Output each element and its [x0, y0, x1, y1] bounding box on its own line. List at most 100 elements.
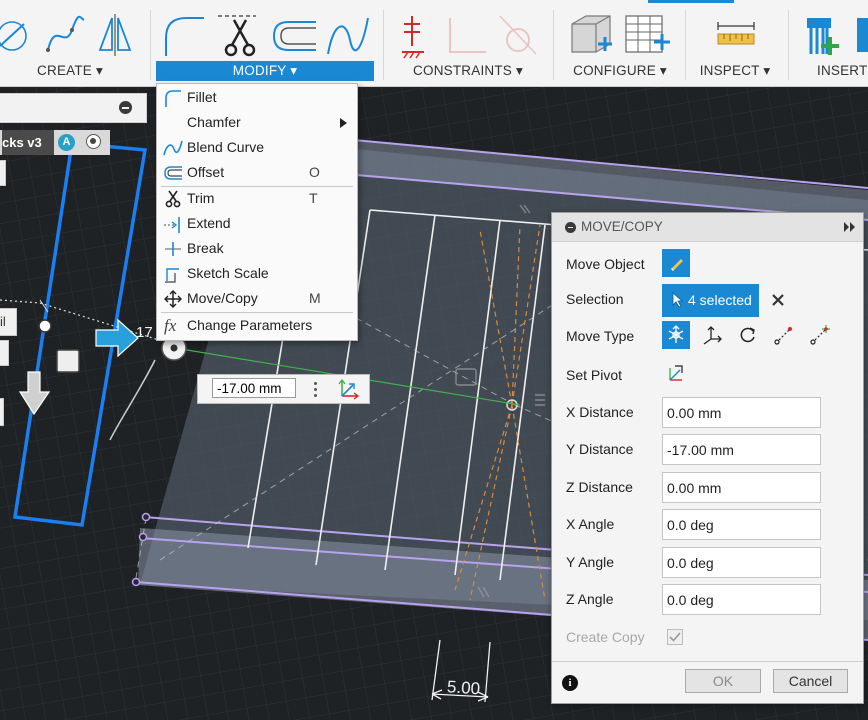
constraints-group[interactable]: CONSTRAINTS ▾ — [390, 0, 546, 86]
selection-button[interactable]: 4 selected — [662, 284, 759, 317]
dimension-label[interactable]: 5.00 — [446, 677, 480, 698]
set-pivot-row: Set Pivot — [552, 360, 863, 392]
fillet-icon — [165, 90, 181, 107]
create-copy-row: Create Copy — [552, 629, 863, 661]
y-distance-row: Y Distance — [552, 434, 863, 466]
line-icon[interactable] — [0, 21, 27, 51]
y-distance-input[interactable] — [662, 434, 821, 465]
y-angle-input[interactable] — [662, 547, 821, 578]
component-tab[interactable]: cks v3 A — [0, 130, 110, 155]
translate-button[interactable] — [698, 321, 726, 349]
x-distance-input[interactable] — [662, 397, 821, 428]
rotate-icon — [740, 327, 755, 343]
break-icon — [165, 242, 181, 256]
z-distance-input[interactable] — [662, 472, 821, 503]
x-distance-row: X Distance — [552, 397, 863, 429]
menu-item-trim[interactable]: Trim T — [157, 187, 357, 211]
checkmark-icon — [669, 632, 681, 642]
tangent-constraint-icon[interactable] — [499, 15, 537, 55]
spline-icon[interactable] — [46, 15, 85, 52]
inspect-menu-label[interactable]: INSPECT ▾ — [690, 61, 780, 81]
insert-menu-label[interactable]: INSERT — [795, 61, 868, 81]
set-pivot-label: Set Pivot — [566, 367, 623, 383]
offset-toolbar-icon[interactable] — [272, 21, 316, 51]
insert-derive-icon[interactable] — [857, 18, 868, 52]
modify-menu-label[interactable]: MODIFY ▾ — [156, 61, 374, 81]
x-angle-row: X Angle — [552, 509, 863, 541]
point-to-point-button[interactable] — [770, 321, 798, 349]
distance-input[interactable] — [212, 378, 296, 398]
configure-group[interactable]: CONFIGURE ▾ — [560, 0, 680, 86]
parameters-icon[interactable] — [571, 15, 612, 53]
x-distance-label: X Distance — [566, 404, 634, 420]
toolbar: CREATE ▾ MODIFY ▾ CONSTRAINTS ▾ CONFIGUR… — [0, 0, 868, 87]
info-icon[interactable]: i — [562, 675, 578, 691]
browser-sliver-3 — [0, 340, 9, 366]
x-angle-input[interactable] — [662, 509, 821, 540]
blend-curve-icon — [163, 140, 183, 156]
pivot-point[interactable] — [38, 319, 52, 333]
point-to-position-icon — [810, 325, 830, 345]
menu-item-blend-curve[interactable]: Blend Curve — [157, 136, 357, 160]
clear-selection-icon[interactable] — [770, 292, 786, 308]
point-to-position-button[interactable] — [806, 321, 834, 349]
collapse-browser-icon[interactable] — [119, 101, 132, 114]
z-angle-input[interactable] — [662, 584, 821, 615]
z-angle-row: Z Angle — [552, 584, 863, 616]
x-angle-label: X Angle — [566, 516, 615, 532]
menu-item-extend[interactable]: Extend — [157, 212, 357, 236]
menu-item-fillet[interactable]: Fillet — [157, 86, 357, 110]
move-type-row: Move Type — [552, 321, 863, 353]
selection-count: 4 selected — [688, 292, 752, 308]
browser-sliver-1 — [0, 160, 6, 186]
rotate-button[interactable] — [734, 321, 762, 349]
create-menu-label[interactable]: CREATE ▾ — [0, 61, 140, 81]
trim-icon — [165, 190, 181, 208]
inspect-group[interactable]: INSPECT ▾ — [690, 0, 780, 86]
create-copy-checkbox[interactable] — [667, 629, 683, 645]
set-pivot-button[interactable] — [662, 360, 690, 388]
menu-item-change-parameters[interactable]: fx Change Parameters — [157, 314, 357, 338]
constraints-menu-label[interactable]: CONSTRAINTS ▾ — [390, 61, 546, 81]
ok-button[interactable]: OK — [685, 669, 761, 693]
modify-group[interactable]: MODIFY ▾ — [156, 0, 374, 86]
blend-curve-toolbar-icon[interactable] — [327, 17, 369, 55]
menu-item-chamfer[interactable]: Chamfer — [157, 111, 357, 135]
configuration-table-icon[interactable] — [625, 15, 670, 53]
free-move-icon — [668, 325, 684, 343]
insert-group[interactable]: INSERT — [795, 0, 868, 86]
measure-icon[interactable] — [717, 22, 755, 45]
menu-item-move-copy[interactable]: Move/Copy M — [157, 287, 357, 311]
offset-icon — [164, 166, 182, 180]
menu-item-sketch-scale[interactable]: Sketch Scale — [157, 262, 357, 286]
activate-radio-icon[interactable] — [86, 134, 101, 149]
cancel-button[interactable]: Cancel — [773, 669, 848, 693]
configure-menu-label[interactable]: CONFIGURE ▾ — [560, 61, 680, 81]
y-distance-label: Y Distance — [566, 441, 634, 457]
free-move-handle[interactable] — [56, 349, 80, 373]
panel-footer: i OK Cancel — [552, 661, 863, 704]
menu-item-offset[interactable]: Offset O — [157, 161, 357, 185]
fix-constraint-icon[interactable] — [402, 16, 424, 59]
free-move-button[interactable] — [662, 321, 690, 349]
menu-item-break[interactable]: Break — [157, 237, 357, 261]
insert-mcmaster-icon[interactable] — [807, 18, 839, 55]
component-name: cks v3 — [2, 130, 54, 155]
y-angle-row: Y Angle — [552, 547, 863, 579]
svg-text:fx: fx — [164, 317, 177, 335]
trim-toolbar-icon[interactable] — [218, 15, 256, 57]
modify-dropdown-menu: Fillet Chamfer Blend Curve Offset O Trim… — [156, 83, 358, 341]
create-group[interactable]: CREATE ▾ — [0, 0, 140, 86]
create-copy-label: Create Copy — [566, 629, 645, 645]
expand-panel-icon[interactable] — [843, 221, 857, 233]
more-options-icon[interactable] — [314, 380, 318, 398]
cursor-icon — [672, 292, 684, 308]
fillet-toolbar-icon[interactable] — [165, 17, 204, 56]
axis-triad-icon[interactable] — [338, 378, 360, 400]
move-object-label: Move Object — [566, 256, 645, 272]
mirror-icon[interactable] — [98, 14, 132, 56]
collapse-panel-icon[interactable] — [565, 222, 576, 233]
move-object-button[interactable] — [662, 249, 690, 277]
sketch-object-icon — [671, 259, 683, 271]
perpendicular-constraint-icon[interactable] — [449, 18, 486, 53]
